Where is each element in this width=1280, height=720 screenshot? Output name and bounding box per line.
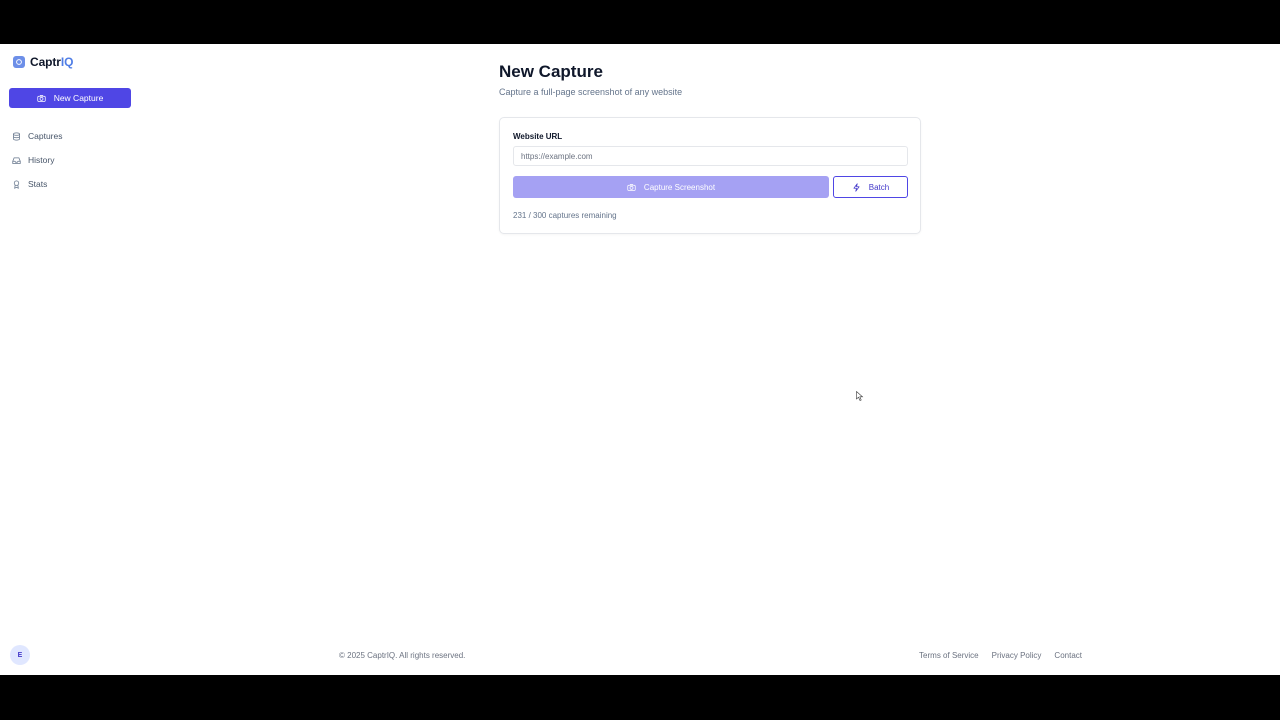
page-title: New Capture <box>499 62 603 81</box>
capture-screenshot-button[interactable]: Capture Screenshot <box>513 176 829 198</box>
avatar[interactable]: E <box>10 645 30 665</box>
footer-links: Terms of Service Privacy Policy Contact <box>919 651 1082 660</box>
footer-link-contact[interactable]: Contact <box>1054 651 1082 660</box>
sidebar-item-label: Captures <box>28 131 63 141</box>
letterbox-bottom <box>0 675 1280 720</box>
letterbox-top <box>0 0 1280 44</box>
app-window: CaptrIQ New Capture Captures History Sta… <box>0 44 1280 675</box>
camera-icon <box>37 94 46 102</box>
sidebar-nav: Captures History Stats <box>12 124 132 196</box>
batch-button[interactable]: Batch <box>833 176 908 198</box>
footer-copyright: © 2025 CaptrIQ. All rights reserved. <box>339 651 466 660</box>
award-icon <box>13 180 20 189</box>
capture-screenshot-label: Capture Screenshot <box>643 182 716 192</box>
footer-link-privacy[interactable]: Privacy Policy <box>992 651 1042 660</box>
batch-label: Batch <box>868 182 890 192</box>
new-capture-button[interactable]: New Capture <box>9 88 131 108</box>
database-icon <box>13 132 20 140</box>
new-capture-label: New Capture <box>53 93 104 103</box>
page-subtitle: Capture a full-page screenshot of any we… <box>499 87 683 97</box>
url-field-label: Website URL <box>513 132 563 141</box>
sidebar-item-captures[interactable]: Captures <box>12 124 132 148</box>
brand-name: CaptrIQ <box>30 55 74 69</box>
sidebar-item-label: Stats <box>28 179 48 189</box>
sidebar-item-stats[interactable]: Stats <box>12 172 132 196</box>
sidebar-item-history[interactable]: History <box>12 148 132 172</box>
camera-icon <box>627 183 636 191</box>
capture-form-card: Website URL Capture Screenshot Batch 231… <box>499 117 921 234</box>
mouse-cursor-icon <box>856 391 864 401</box>
url-input[interactable] <box>513 146 908 166</box>
sidebar-item-label: History <box>28 155 55 165</box>
aperture-icon <box>13 56 25 68</box>
sidebar: CaptrIQ New Capture Captures History Sta… <box>0 44 140 675</box>
footer-link-terms[interactable]: Terms of Service <box>919 651 979 660</box>
brand-logo-link[interactable]: CaptrIQ <box>13 55 73 69</box>
captures-remaining-text: 231 / 300 captures remaining <box>513 211 617 220</box>
zap-icon <box>853 182 860 192</box>
inbox-icon <box>12 157 21 164</box>
